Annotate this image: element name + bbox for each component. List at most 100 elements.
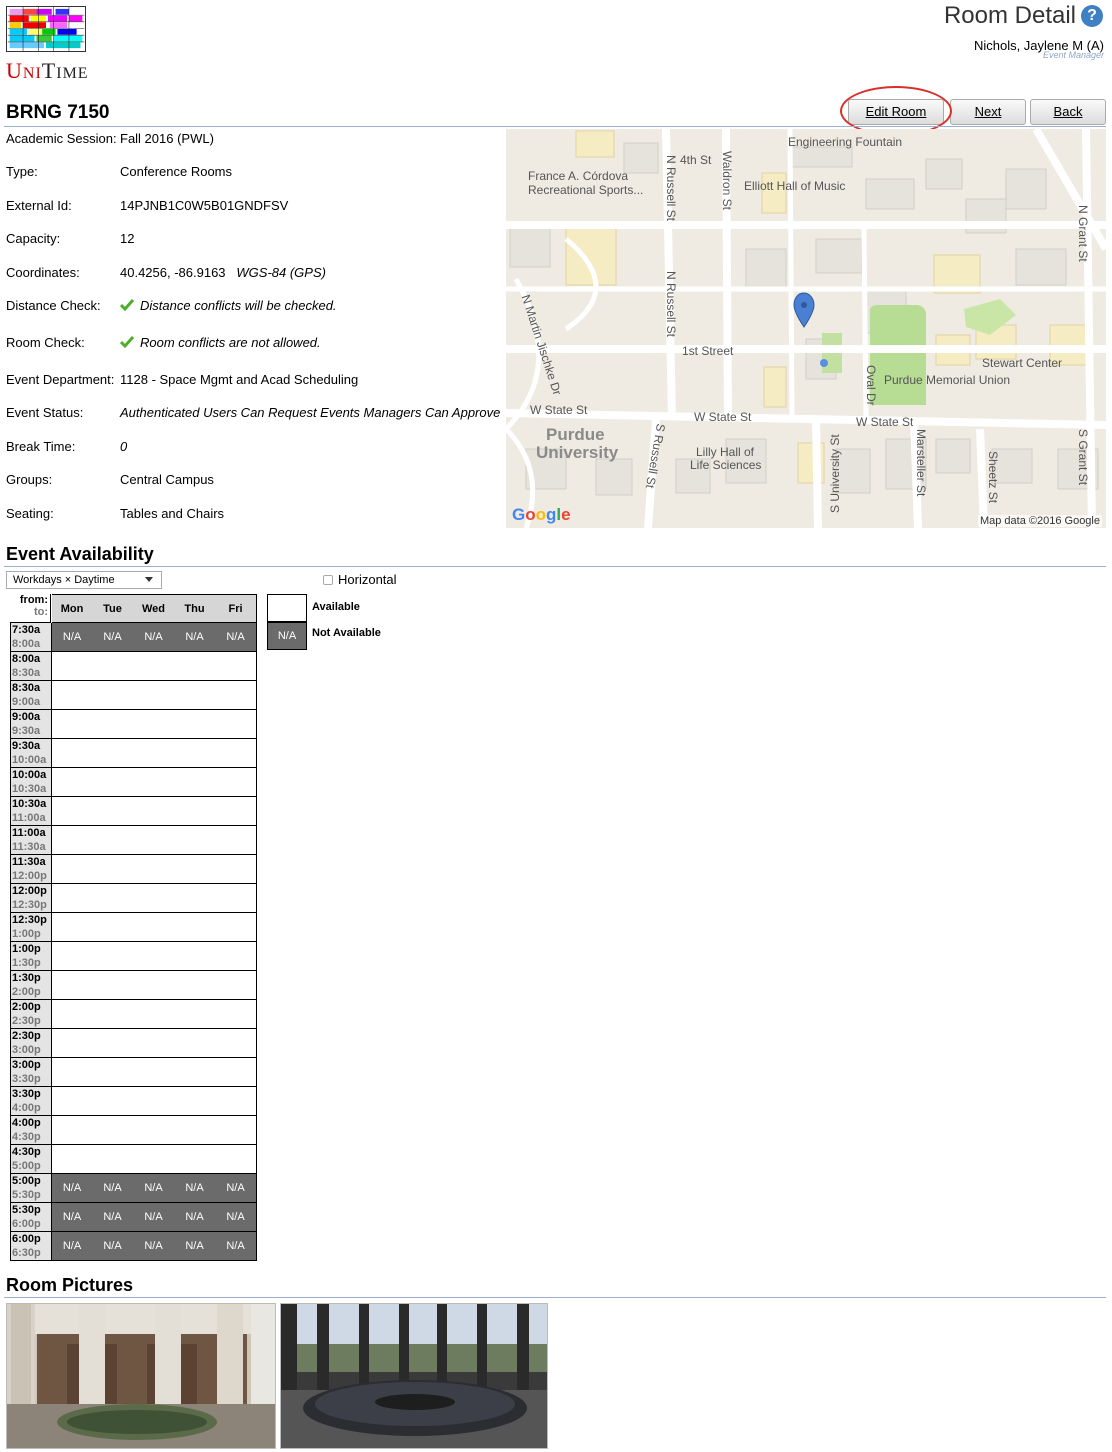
room-picture-1[interactable] — [6, 1303, 276, 1449]
availability-cell-available[interactable] — [215, 1087, 257, 1116]
availability-cell-not-available[interactable]: N/A — [174, 1232, 216, 1261]
availability-cell-available[interactable] — [215, 913, 257, 942]
availability-cell-available[interactable] — [52, 855, 93, 884]
availability-cell-available[interactable] — [133, 1087, 175, 1116]
availability-cell-available[interactable] — [174, 1029, 216, 1058]
availability-cell-not-available[interactable]: N/A — [133, 1203, 175, 1232]
availability-cell-available[interactable] — [215, 797, 257, 826]
google-logo[interactable]: Google — [512, 505, 571, 525]
availability-cell-available[interactable] — [174, 710, 216, 739]
availability-cell-available[interactable] — [133, 1000, 175, 1029]
availability-cell-available[interactable] — [174, 913, 216, 942]
availability-cell-available[interactable] — [133, 1058, 175, 1087]
availability-cell-available[interactable] — [174, 884, 216, 913]
availability-cell-available[interactable] — [174, 1116, 216, 1145]
availability-cell-available[interactable] — [52, 1087, 93, 1116]
availability-cell-available[interactable] — [133, 768, 175, 797]
availability-cell-available[interactable] — [215, 768, 257, 797]
availability-cell-available[interactable] — [92, 1000, 134, 1029]
availability-cell-available[interactable] — [133, 739, 175, 768]
availability-cell-not-available[interactable]: N/A — [92, 1174, 134, 1203]
availability-cell-not-available[interactable]: N/A — [133, 1174, 175, 1203]
availability-cell-available[interactable] — [52, 710, 93, 739]
availability-cell-available[interactable] — [92, 739, 134, 768]
availability-cell-available[interactable] — [215, 855, 257, 884]
availability-cell-not-available[interactable]: N/A — [92, 1203, 134, 1232]
availability-cell-available[interactable] — [133, 971, 175, 1000]
availability-cell-available[interactable] — [174, 681, 216, 710]
availability-cell-available[interactable] — [215, 710, 257, 739]
availability-cell-not-available[interactable]: N/A — [174, 1174, 216, 1203]
availability-cell-available[interactable] — [215, 681, 257, 710]
availability-cell-available[interactable] — [215, 971, 257, 1000]
availability-cell-available[interactable] — [92, 1116, 134, 1145]
availability-cell-available[interactable] — [133, 855, 175, 884]
availability-cell-not-available[interactable]: N/A — [52, 1174, 93, 1203]
availability-cell-available[interactable] — [92, 855, 134, 884]
availability-cell-not-available[interactable]: N/A — [52, 1232, 93, 1261]
availability-cell-available[interactable] — [174, 797, 216, 826]
availability-cell-available[interactable] — [133, 797, 175, 826]
availability-cell-available[interactable] — [215, 1116, 257, 1145]
availability-cell-available[interactable] — [215, 942, 257, 971]
availability-cell-not-available[interactable]: N/A — [215, 623, 257, 652]
availability-cell-available[interactable] — [174, 768, 216, 797]
availability-cell-available[interactable] — [215, 1058, 257, 1087]
availability-cell-available[interactable] — [52, 1058, 93, 1087]
availability-cell-available[interactable] — [52, 971, 93, 1000]
availability-cell-available[interactable] — [174, 1058, 216, 1087]
availability-cell-available[interactable] — [52, 1000, 93, 1029]
availability-cell-not-available[interactable]: N/A — [52, 623, 93, 652]
availability-cell-available[interactable] — [92, 1145, 134, 1174]
availability-cell-available[interactable] — [133, 652, 175, 681]
availability-cell-available[interactable] — [52, 884, 93, 913]
availability-cell-not-available[interactable]: N/A — [92, 1232, 134, 1261]
availability-cell-not-available[interactable]: N/A — [215, 1232, 257, 1261]
availability-cell-available[interactable] — [215, 1029, 257, 1058]
availability-cell-not-available[interactable]: N/A — [92, 623, 134, 652]
availability-cell-available[interactable] — [92, 710, 134, 739]
availability-cell-not-available[interactable]: N/A — [215, 1174, 257, 1203]
availability-cell-available[interactable] — [133, 710, 175, 739]
room-picture-2[interactable] — [280, 1303, 548, 1449]
availability-cell-not-available[interactable]: N/A — [133, 623, 175, 652]
availability-cell-available[interactable] — [92, 1029, 134, 1058]
availability-cell-available[interactable] — [133, 826, 175, 855]
availability-cell-not-available[interactable]: N/A — [174, 623, 216, 652]
availability-cell-available[interactable] — [92, 1058, 134, 1087]
availability-cell-not-available[interactable]: N/A — [215, 1203, 257, 1232]
availability-cell-available[interactable] — [52, 913, 93, 942]
availability-cell-available[interactable] — [92, 768, 134, 797]
availability-cell-available[interactable] — [52, 739, 93, 768]
availability-cell-available[interactable] — [215, 1000, 257, 1029]
availability-cell-available[interactable] — [215, 739, 257, 768]
availability-cell-available[interactable] — [174, 855, 216, 884]
availability-cell-available[interactable] — [215, 652, 257, 681]
availability-cell-available[interactable] — [52, 1145, 93, 1174]
availability-cell-available[interactable] — [215, 884, 257, 913]
availability-cell-available[interactable] — [52, 826, 93, 855]
availability-cell-available[interactable] — [92, 797, 134, 826]
availability-cell-available[interactable] — [215, 1145, 257, 1174]
availability-cell-available[interactable] — [92, 826, 134, 855]
availability-cell-available[interactable] — [174, 739, 216, 768]
availability-cell-available[interactable] — [52, 768, 93, 797]
horizontal-checkbox[interactable] — [323, 575, 333, 585]
availability-cell-available[interactable] — [52, 652, 93, 681]
availability-cell-available[interactable] — [52, 681, 93, 710]
availability-cell-available[interactable] — [92, 1087, 134, 1116]
unitime-logo[interactable]: UNITIME — [6, 6, 88, 86]
availability-cell-not-available[interactable]: N/A — [133, 1232, 175, 1261]
availability-cell-available[interactable] — [174, 652, 216, 681]
availability-cell-not-available[interactable]: N/A — [52, 1203, 93, 1232]
availability-cell-available[interactable] — [133, 1029, 175, 1058]
availability-cell-available[interactable] — [52, 1029, 93, 1058]
availability-cell-available[interactable] — [52, 942, 93, 971]
back-button[interactable]: Back — [1030, 99, 1106, 125]
availability-cell-available[interactable] — [92, 971, 134, 1000]
availability-cell-available[interactable] — [133, 1116, 175, 1145]
availability-cell-available[interactable] — [133, 942, 175, 971]
availability-cell-available[interactable] — [52, 1116, 93, 1145]
availability-cell-available[interactable] — [52, 797, 93, 826]
availability-cell-available[interactable] — [174, 942, 216, 971]
